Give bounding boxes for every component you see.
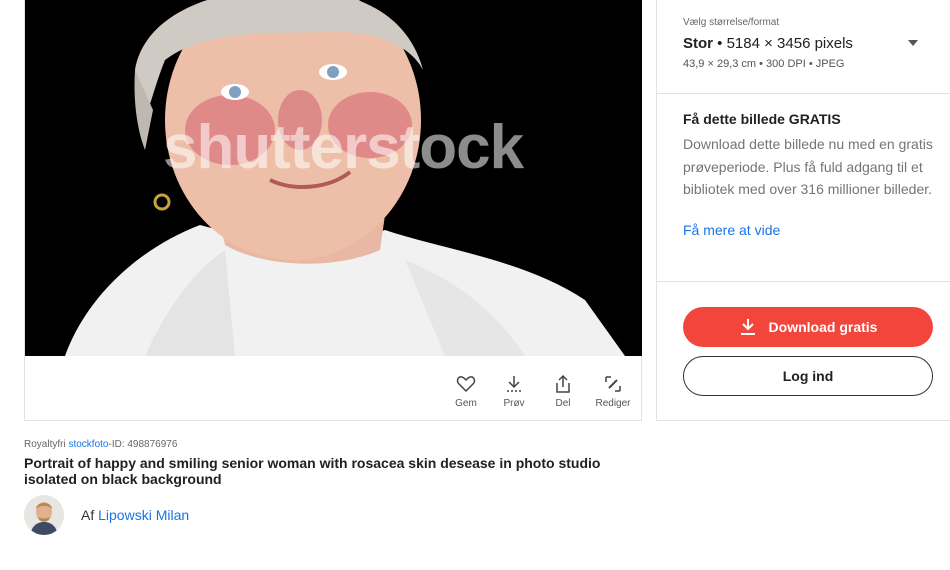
download-free-label: Download gratis bbox=[768, 319, 878, 335]
edit-label: Rediger bbox=[595, 398, 631, 409]
purchase-panel: Vælg størrelse/format Stor • 5184 × 3456… bbox=[656, 0, 950, 421]
author-link[interactable]: Lipowski Milan bbox=[98, 507, 189, 523]
image-id-line: Royaltyfri stockfoto-ID: 498876976 bbox=[24, 439, 177, 450]
watermark-text: shutterstock bbox=[163, 113, 524, 182]
try-button[interactable]: Prøv bbox=[492, 374, 536, 409]
size-details: 43,9 × 29,3 cm • 300 DPI • JPEG bbox=[683, 58, 845, 70]
free-title: Få dette billede GRATIS bbox=[683, 111, 841, 127]
free-offer: Få dette billede GRATIS Download dette b… bbox=[657, 94, 950, 282]
size-name: Stor bbox=[683, 35, 713, 52]
stock-photo[interactable]: shutterstock bbox=[25, 0, 642, 356]
share-label: Del bbox=[555, 398, 571, 409]
size-label: Vælg størrelse/format bbox=[683, 17, 780, 28]
try-label: Prøv bbox=[503, 398, 525, 409]
download-icon bbox=[740, 319, 755, 335]
image-title: Portrait of happy and smiling senior wom… bbox=[24, 455, 601, 487]
edit-button[interactable]: Rediger bbox=[591, 374, 635, 409]
royalty-prefix: Royaltyfri bbox=[24, 439, 69, 450]
photo-card: shutterstock Gem Prøv Del Rediger bbox=[24, 0, 642, 421]
author-byline: Af Lipowski Milan bbox=[81, 507, 189, 523]
download-free-button[interactable]: Download gratis bbox=[683, 307, 933, 347]
save-label: Gem bbox=[455, 398, 477, 409]
size-selector[interactable]: Vælg størrelse/format Stor • 5184 × 3456… bbox=[657, 0, 950, 94]
login-button[interactable]: Log ind bbox=[683, 356, 933, 396]
login-label: Log ind bbox=[782, 368, 834, 384]
share-icon bbox=[556, 374, 570, 393]
size-value: Stor • 5184 × 3456 pixels bbox=[683, 35, 853, 52]
heart-icon bbox=[456, 376, 476, 393]
avatar-image bbox=[24, 495, 64, 535]
share-button[interactable]: Del bbox=[541, 374, 585, 409]
download-icon bbox=[507, 376, 521, 392]
photo-toolbar: Gem Prøv Del Rediger bbox=[25, 356, 642, 420]
chevron-down-icon[interactable] bbox=[908, 40, 918, 46]
stockfoto-link[interactable]: stockfoto bbox=[68, 439, 108, 450]
image-id: -ID: 498876976 bbox=[108, 439, 178, 450]
author-row: Af Lipowski Milan bbox=[24, 495, 189, 535]
learn-more-link[interactable]: Få mere at vide bbox=[683, 222, 780, 238]
edit-icon bbox=[605, 376, 621, 392]
free-description: Download dette billede nu med en gratis … bbox=[683, 136, 933, 197]
save-button[interactable]: Gem bbox=[444, 374, 488, 409]
author-prefix: Af bbox=[81, 507, 99, 523]
page: shutterstock Gem Prøv Del Rediger Royalt… bbox=[0, 0, 950, 570]
size-pixels: • 5184 × 3456 pixels bbox=[713, 35, 853, 52]
avatar[interactable] bbox=[24, 495, 64, 535]
